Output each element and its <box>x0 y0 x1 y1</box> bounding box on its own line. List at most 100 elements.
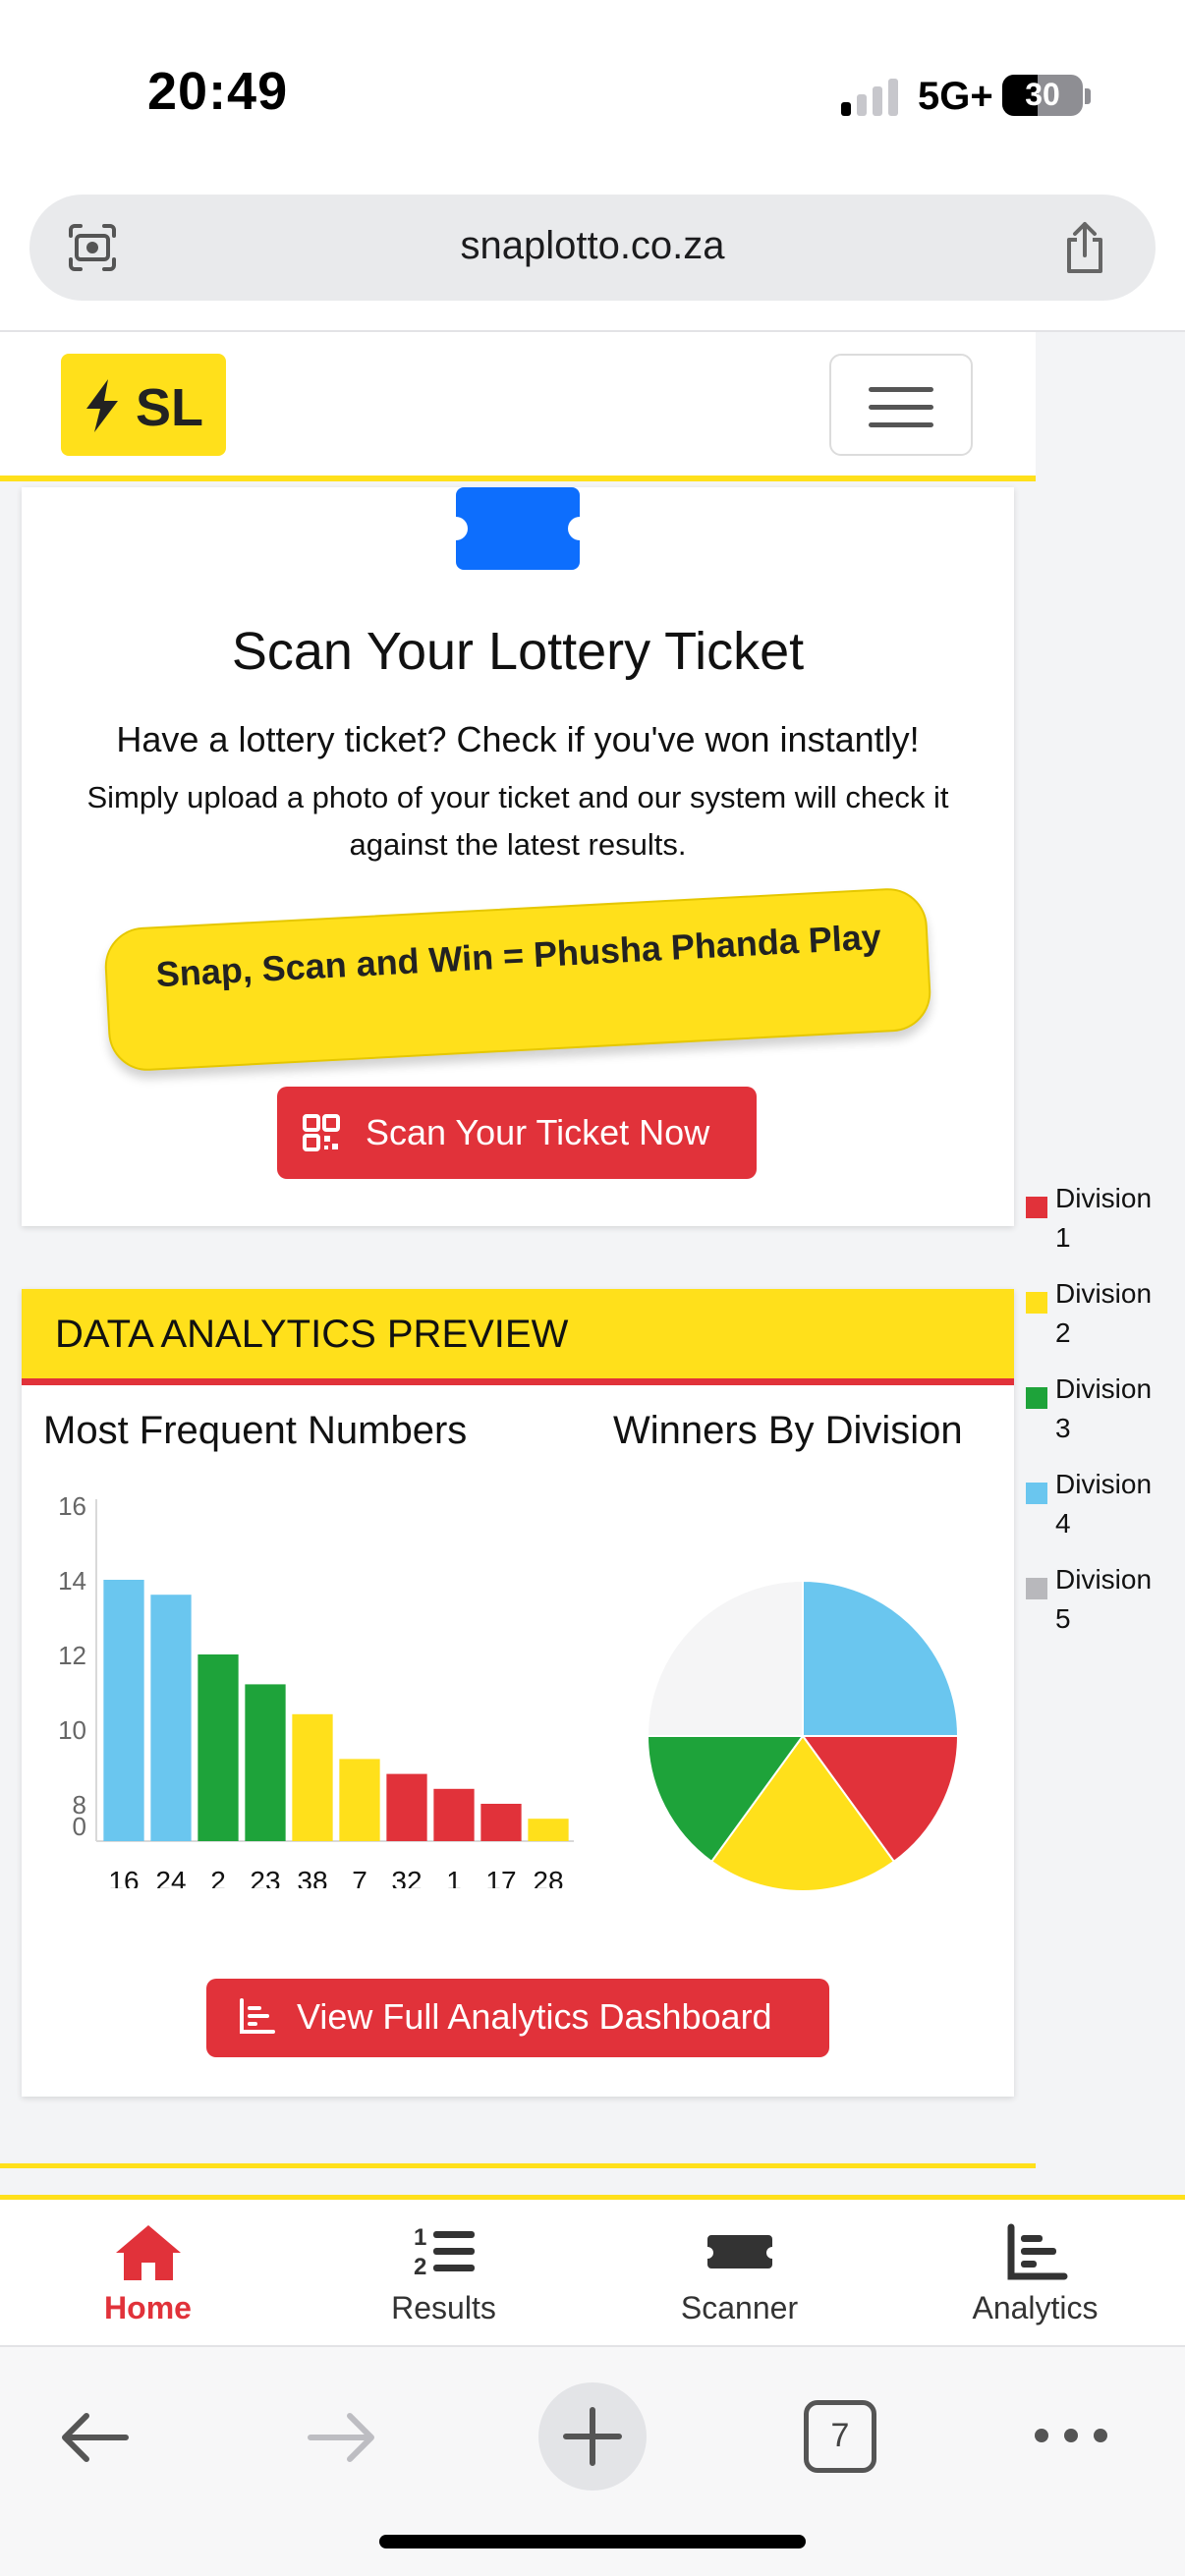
bar[interactable] <box>150 1595 192 1841</box>
bar-chart-title: Most Frequent Numbers <box>43 1409 468 1452</box>
y-tick-label: 10 <box>58 1715 86 1745</box>
bar[interactable] <box>433 1788 475 1841</box>
new-tab-button[interactable] <box>538 2382 647 2491</box>
dashboard-button-label: View Full Analytics Dashboard <box>297 1996 772 2037</box>
site-logo[interactable]: SL <box>61 354 226 456</box>
y-tick-label: 12 <box>58 1641 86 1670</box>
legend-item[interactable]: Division 1 <box>1022 1179 1179 1267</box>
forward-arrow-icon[interactable] <box>305 2410 379 2465</box>
x-tick-label: 16 <box>108 1866 139 1888</box>
status-bar: 20:49 5G+ 30 <box>0 0 1185 187</box>
share-icon[interactable] <box>1055 218 1114 277</box>
x-tick-label: 38 <box>297 1866 327 1888</box>
legend-label: Division 2 <box>1055 1278 1153 1348</box>
legend-item[interactable]: Division 4 <box>1022 1465 1179 1553</box>
tab-count: 7 <box>830 2417 850 2454</box>
winners-by-division-pie-chart <box>646 1579 960 1892</box>
svg-text:1: 1 <box>414 2224 426 2251</box>
legend-item[interactable]: Division 3 <box>1022 1370 1179 1458</box>
network-type: 5G+ <box>918 75 993 118</box>
legend-label: Division 4 <box>1055 1469 1153 1539</box>
tab-home[interactable]: Home <box>0 2200 296 2351</box>
svg-text:2: 2 <box>414 2254 426 2280</box>
tab-results[interactable]: 1 2 Results <box>296 2200 592 2351</box>
legend-label: Division 3 <box>1055 1373 1153 1443</box>
legend-swatch <box>1026 1483 1047 1504</box>
logo-text: SL <box>136 378 204 437</box>
site-navbar: SL <box>0 332 1036 481</box>
analytics-header-text: DATA ANALYTICS PREVIEW <box>55 1313 569 1356</box>
bar[interactable] <box>386 1773 427 1841</box>
scan-title: Scan Your Lottery Ticket <box>231 622 805 681</box>
tab-analytics[interactable]: Analytics <box>887 2200 1183 2351</box>
x-tick-label: 32 <box>391 1866 422 1888</box>
y-tick-label: 14 <box>58 1566 86 1596</box>
bar[interactable] <box>245 1684 286 1841</box>
home-icon <box>116 2225 181 2280</box>
legend-label: Division 1 <box>1055 1183 1153 1253</box>
scan-ticket-button[interactable]: Scan Your Ticket Now <box>277 1087 757 1179</box>
legend-swatch <box>1026 1578 1047 1599</box>
legend-swatch <box>1026 1387 1047 1409</box>
x-tick-label: 7 <box>352 1866 367 1888</box>
y-tick-label: 16 <box>58 1491 86 1521</box>
bar[interactable] <box>103 1580 144 1841</box>
slogan-text: Snap, Scan and Win = Phusha Phanda Play <box>154 916 882 995</box>
bar[interactable] <box>292 1713 333 1841</box>
tabs-button[interactable]: 7 <box>804 2400 876 2473</box>
tab-scanner[interactable]: Scanner <box>592 2200 887 2351</box>
ticket-icon <box>456 487 580 570</box>
tab-label: Analytics <box>972 2290 1099 2325</box>
cellular-signal-icon <box>841 77 902 116</box>
address-bar[interactable]: snaplotto.co.za <box>29 195 1156 301</box>
scan-card: Scan Your Lottery Ticket Have a lottery … <box>22 487 1014 1226</box>
scan-description: Simply upload a photo of your ticket and… <box>86 780 949 862</box>
analytics-card: DATA ANALYTICS PREVIEW Most Frequent Num… <box>22 1289 1014 2097</box>
new-tab-plus-icon <box>563 2407 622 2466</box>
legend-item[interactable]: Division 2 <box>1022 1274 1179 1363</box>
bar-chart-icon <box>240 1998 275 2034</box>
battery-icon: 30 <box>1002 75 1083 116</box>
legend-swatch <box>1026 1197 1047 1218</box>
footer-divider <box>0 2163 1036 2168</box>
bar[interactable] <box>480 1804 522 1841</box>
slogan-badge: Snap, Scan and Win = Phusha Phanda Play <box>102 886 933 1073</box>
x-tick-label: 24 <box>155 1866 186 1888</box>
legend-swatch <box>1026 1292 1047 1314</box>
battery-cap <box>1085 88 1091 104</box>
pie-chart-title: Winners By Division <box>613 1409 963 1452</box>
hamburger-menu-button[interactable] <box>829 354 973 456</box>
pie-slice[interactable] <box>802 1579 960 1737</box>
bar[interactable] <box>528 1819 569 1841</box>
x-tick-label: 28 <box>533 1866 563 1888</box>
more-icon[interactable] <box>1032 2426 1110 2445</box>
bar[interactable] <box>339 1759 380 1841</box>
x-tick-label: 23 <box>250 1866 280 1888</box>
numbered-list-icon: 1 2 <box>414 2224 475 2280</box>
tab-label: Results <box>391 2290 496 2325</box>
x-tick-label: 17 <box>485 1866 516 1888</box>
tab-label: Scanner <box>680 2290 799 2325</box>
scan-button-label: Scan Your Ticket Now <box>366 1112 710 1152</box>
frequent-numbers-bar-chart: 161412108016 24 2 23 38 7 32 1 17 28 <box>58 1491 574 1888</box>
back-arrow-icon[interactable] <box>57 2410 132 2465</box>
bar[interactable] <box>198 1654 239 1841</box>
view-analytics-dashboard-button[interactable]: View Full Analytics Dashboard <box>206 1979 829 2057</box>
home-indicator <box>379 2535 806 2548</box>
url-text: snaplotto.co.za <box>460 224 725 267</box>
web-page[interactable]: SL Scan Your Lottery Ticket Have a lotte… <box>0 332 1185 2199</box>
lightning-icon <box>86 379 118 432</box>
x-tick-label: 2 <box>210 1866 226 1888</box>
bar-chart-icon <box>1007 2223 1068 2280</box>
tab-label: Home <box>104 2290 192 2325</box>
status-time: 20:49 <box>147 62 289 121</box>
legend-item[interactable]: Division 5 <box>1022 1560 1179 1649</box>
pie-slice[interactable] <box>646 1579 804 1737</box>
ticket-icon <box>707 2235 772 2268</box>
battery-level: 30 <box>1025 77 1060 112</box>
x-tick-label: 1 <box>446 1866 462 1888</box>
hamburger-icon <box>869 387 933 392</box>
y-tick-label: 0 <box>73 1812 86 1841</box>
legend-label: Division 5 <box>1055 1564 1153 1634</box>
qr-code-icon <box>303 1114 340 1151</box>
